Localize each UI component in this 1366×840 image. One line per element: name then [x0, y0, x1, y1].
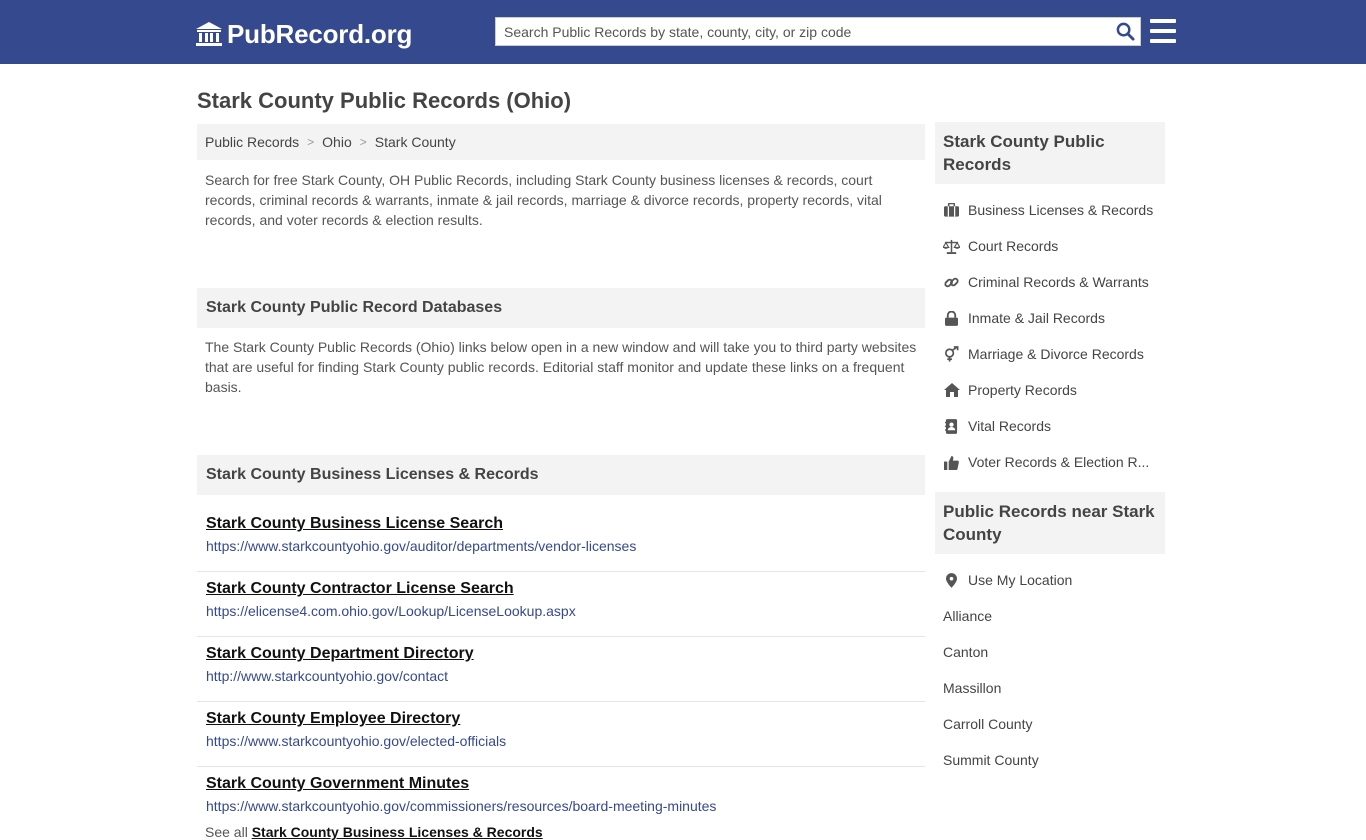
sidebar-item-label: Inmate & Jail Records — [968, 310, 1105, 326]
record-link-title[interactable]: Stark County Business License Search — [206, 514, 925, 534]
breadcrumb-separator: > — [307, 135, 315, 149]
site-logo[interactable]: PubRecord.org — [195, 18, 412, 50]
breadcrumb-public-records[interactable]: Public Records — [205, 134, 299, 150]
sidebar-item-label: Vital Records — [968, 418, 1052, 434]
sidebar-item-label: Voter Records & Election R... — [968, 454, 1150, 470]
business-heading: Stark County Business Licenses & Records — [197, 455, 925, 495]
sidebar-item-label: Property Records — [968, 382, 1077, 398]
breadcrumb-separator: > — [359, 135, 367, 149]
sidebar-item-court[interactable]: Court Records — [935, 228, 1165, 264]
see-all-link[interactable]: Stark County Business Licenses & Records — [252, 824, 543, 840]
sidebar-item-criminal[interactable]: Criminal Records & Warrants — [935, 264, 1165, 300]
gender-icon — [943, 346, 960, 363]
sidebar-item-business[interactable]: Business Licenses & Records — [935, 192, 1165, 228]
databases-description: The Stark County Public Records (Ohio) l… — [205, 339, 917, 395]
record-link-title[interactable]: Stark County Contractor License Search — [206, 579, 925, 599]
list-item: Stark County Contractor License Search h… — [197, 572, 925, 637]
list-item: Stark County Employee Directory https://… — [197, 702, 925, 767]
search-input[interactable] — [496, 18, 1110, 45]
list-item: Stark County Department Directory http:/… — [197, 637, 925, 702]
home-icon — [943, 382, 960, 399]
databases-heading: Stark County Public Record Databases — [197, 288, 925, 328]
thumbs-up-icon — [943, 454, 960, 471]
sidebar-item-marriage[interactable]: Marriage & Divorce Records — [935, 336, 1165, 372]
contact-book-icon — [943, 418, 960, 435]
page-title: Stark County Public Records (Ohio) — [197, 88, 572, 113]
breadcrumb-ohio[interactable]: Ohio — [322, 134, 352, 150]
use-my-location-button[interactable]: Use My Location — [935, 562, 1165, 598]
sidebar-item-summit-county[interactable]: Summit County — [935, 742, 1165, 778]
sidebar-records-heading: Stark County Public Records — [935, 122, 1165, 184]
search-button[interactable] — [1110, 18, 1140, 45]
intro-text: Search for free Stark County, OH Public … — [205, 172, 882, 228]
record-link-title[interactable]: Stark County Government Minutes — [206, 774, 925, 794]
search-box — [495, 17, 1141, 46]
see-all-prefix: See all — [205, 824, 248, 840]
sidebar-item-massillon[interactable]: Massillon — [935, 670, 1165, 706]
sidebar-item-carroll-county[interactable]: Carroll County — [935, 706, 1165, 742]
sidebar-item-label: Criminal Records & Warrants — [968, 274, 1149, 290]
sidebar-near-heading: Public Records near Stark County — [935, 492, 1165, 554]
list-item: Stark County Government Minutes https://… — [197, 767, 925, 832]
courthouse-icon — [196, 22, 222, 46]
sidebar-near-list: Use My Location Alliance Canton Massillo… — [935, 554, 1165, 790]
breadcrumb-current: Stark County — [374, 134, 456, 150]
menu-bar — [1150, 19, 1176, 23]
logo-text: PubRecord.org — [227, 19, 413, 49]
see-all-line: See all Stark County Business Licenses &… — [197, 824, 925, 840]
search-icon — [1116, 22, 1135, 41]
hamburger-menu-icon[interactable] — [1150, 19, 1176, 43]
sidebar-item-vital[interactable]: Vital Records — [935, 408, 1165, 444]
briefcase-icon — [943, 202, 960, 219]
use-my-location-label: Use My Location — [968, 572, 1073, 588]
record-link-url[interactable]: https://www.starkcountyohio.gov/commissi… — [206, 798, 925, 815]
menu-bar — [1150, 29, 1176, 33]
sidebar-item-inmate[interactable]: Inmate & Jail Records — [935, 300, 1165, 336]
record-link-url[interactable]: https://www.starkcountyohio.gov/auditor/… — [206, 538, 925, 555]
record-link-title[interactable]: Stark County Employee Directory — [206, 709, 925, 729]
scales-icon — [943, 238, 960, 255]
record-link-url[interactable]: http://www.starkcountyohio.gov/contact — [206, 668, 925, 685]
breadcrumb: Public Records > Ohio > Stark County — [197, 124, 925, 160]
sidebar-item-label: Business Licenses & Records — [968, 202, 1154, 218]
sidebar-records-list: Business Licenses & Records Court Record… — [935, 184, 1165, 492]
record-link-url[interactable]: https://www.starkcountyohio.gov/elected-… — [206, 733, 925, 750]
sidebar: Stark County Public Records Business Lic… — [935, 122, 1165, 790]
main-content: Public Records > Ohio > Stark County Sea… — [197, 124, 925, 840]
sidebar-item-canton[interactable]: Canton — [935, 634, 1165, 670]
sidebar-item-property[interactable]: Property Records — [935, 372, 1165, 408]
business-links-list: Stark County Business License Search htt… — [197, 507, 925, 832]
sidebar-item-alliance[interactable]: Alliance — [935, 598, 1165, 634]
sidebar-item-label: Court Records — [968, 238, 1059, 254]
record-link-title[interactable]: Stark County Department Directory — [206, 644, 925, 664]
menu-bar — [1150, 39, 1176, 43]
sidebar-item-label: Marriage & Divorce Records — [968, 346, 1144, 362]
record-link-url[interactable]: https://elicense4.com.ohio.gov/Lookup/Li… — [206, 603, 925, 620]
list-item: Stark County Business License Search htt… — [197, 507, 925, 572]
map-pin-icon — [943, 572, 960, 589]
lock-icon — [943, 310, 960, 327]
link-icon — [943, 274, 960, 291]
sidebar-item-voter[interactable]: Voter Records & Election R... — [935, 444, 1165, 480]
top-navigation-bar: PubRecord.org — [0, 0, 1366, 64]
